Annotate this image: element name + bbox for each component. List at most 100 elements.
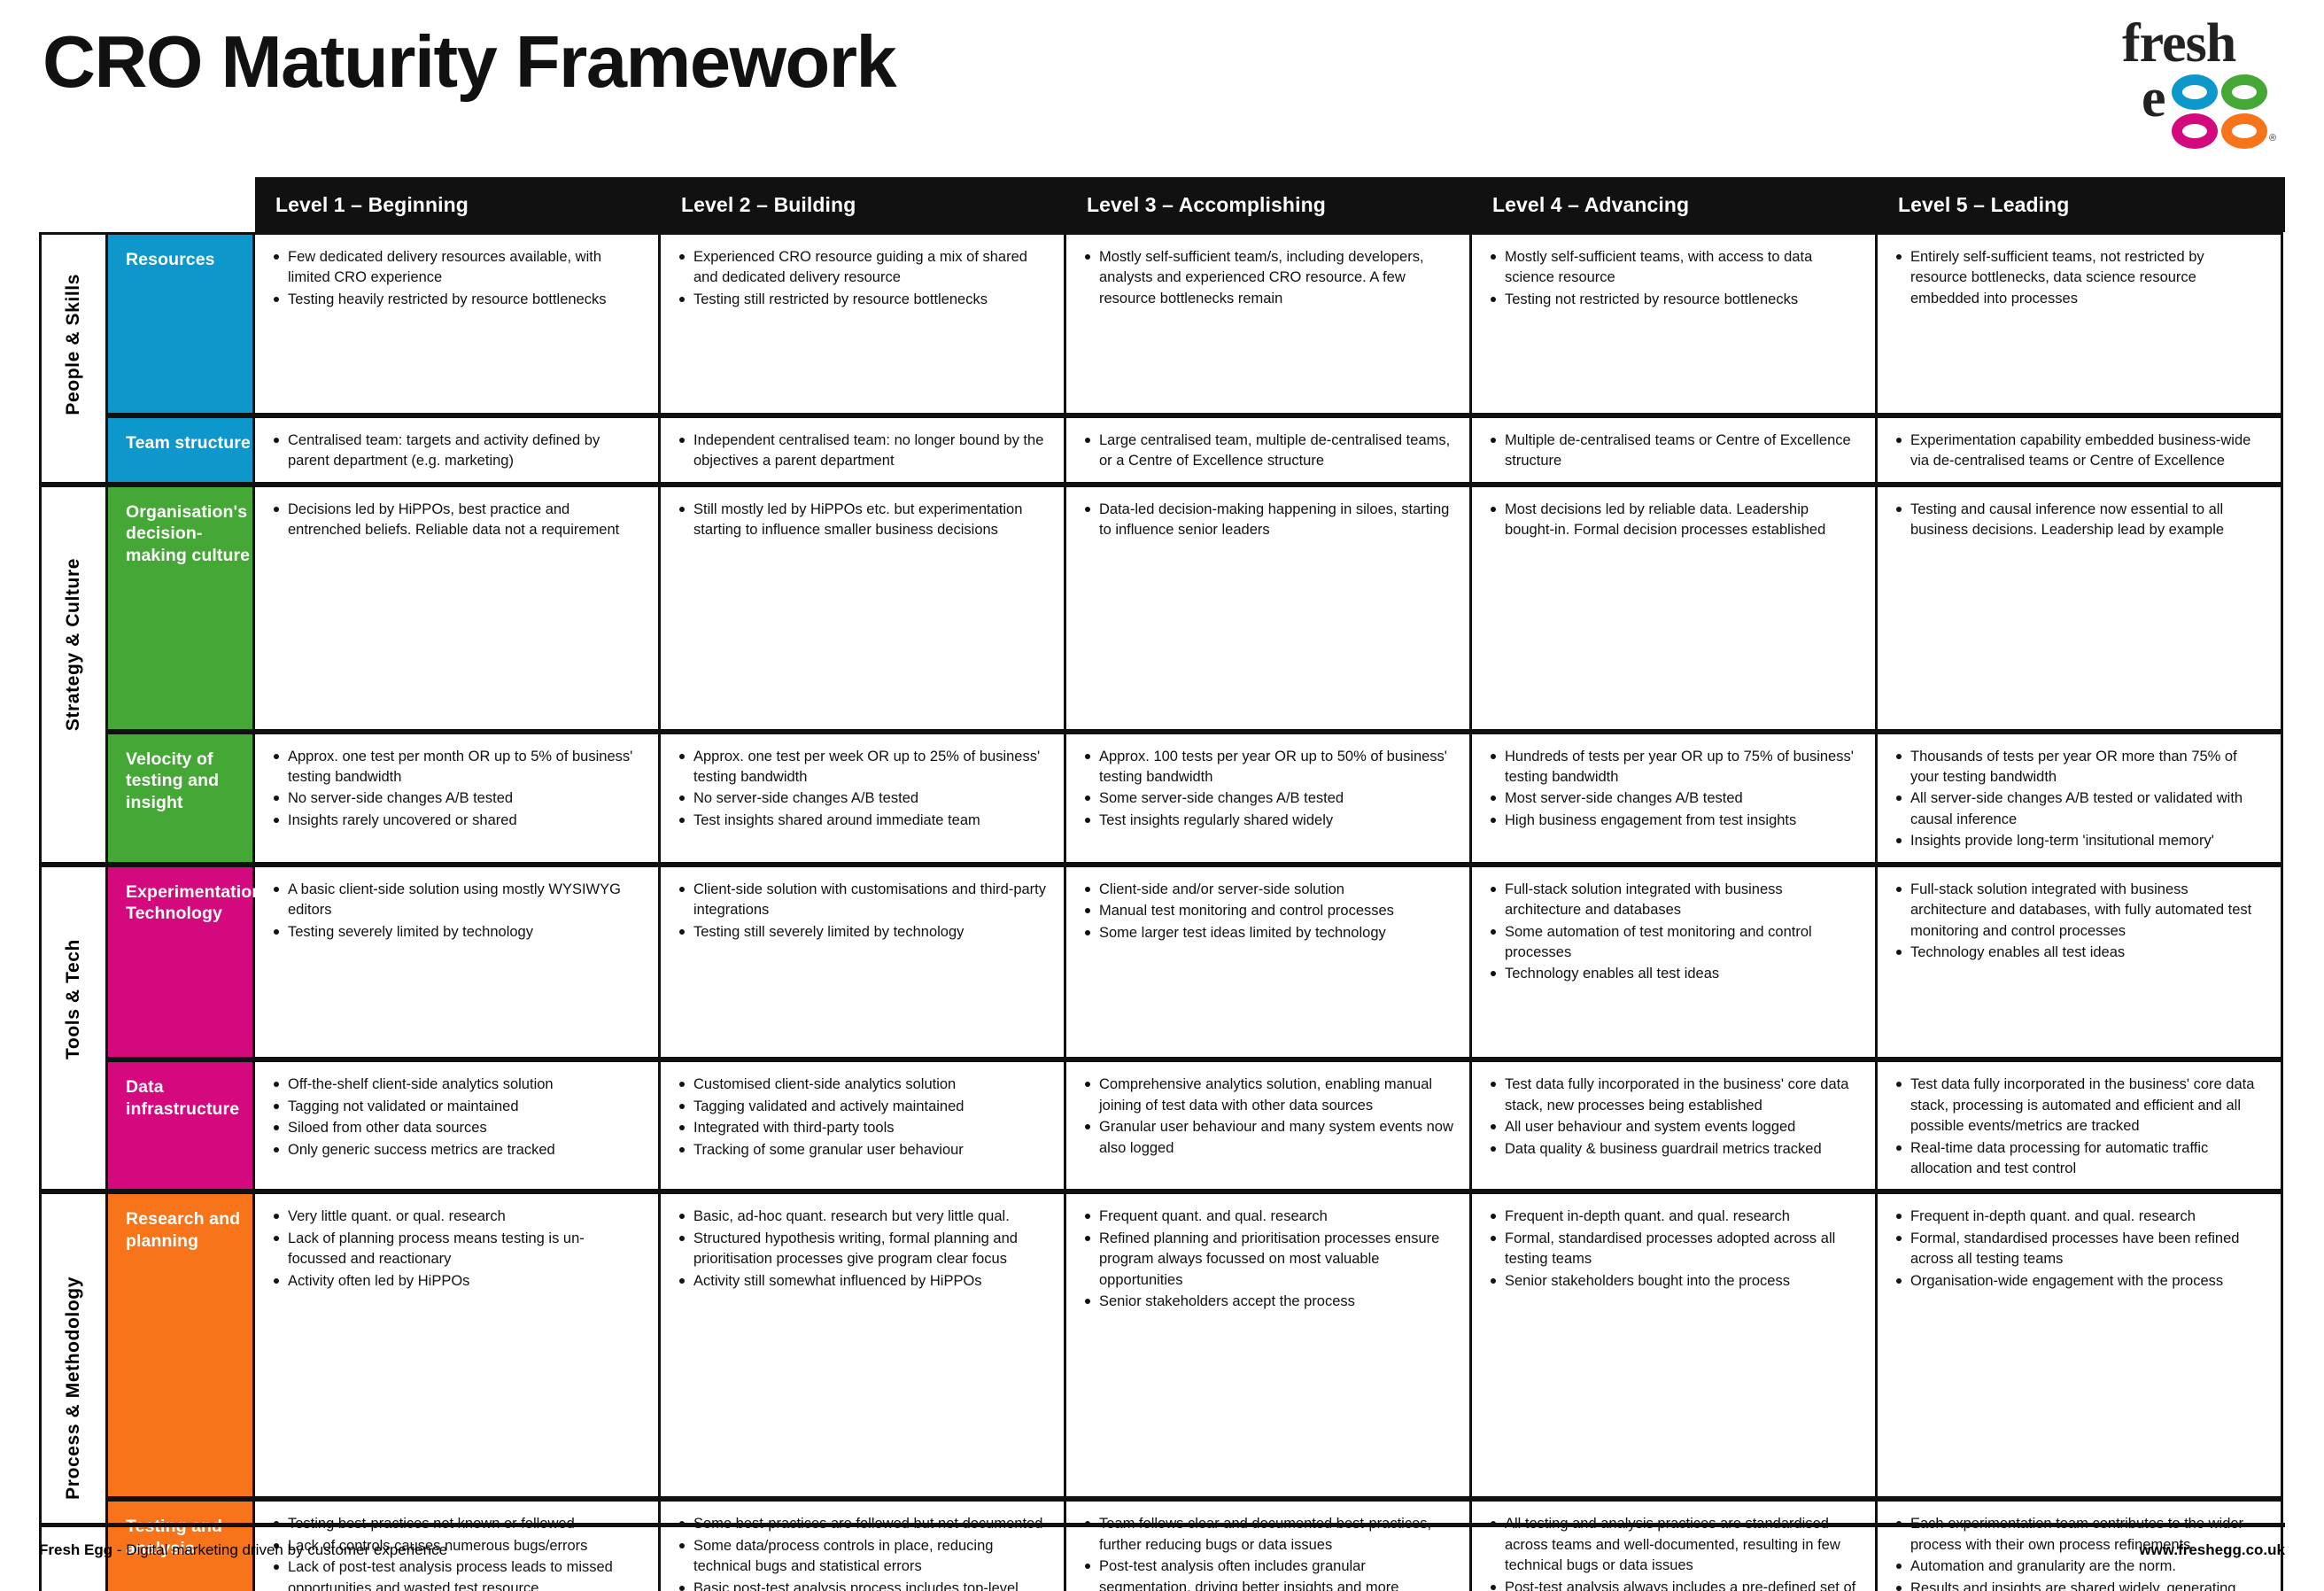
cell-level-1: Decisions led by HiPPOs, best practice a…	[255, 484, 661, 732]
bullet-item: Approx. one test per month OR up to 5% o…	[271, 747, 642, 788]
bullet-item: Granular user behaviour and many system …	[1082, 1117, 1453, 1159]
cell-level-1: A basic client-side solution using mostl…	[255, 864, 661, 1060]
dimension-cell: Velocity of testing and insight	[108, 731, 255, 865]
bullet-item: Integrated with third-party tools	[677, 1118, 1048, 1138]
cell-level-4: Most decisions led by reliable data. Lea…	[1472, 484, 1878, 732]
level-header-3: Level 3 – Accomplishing	[1087, 192, 1326, 216]
dimension-label: Resources	[126, 250, 215, 269]
bullet-list: Entirely self-sufficient teams, not rest…	[1894, 247, 2265, 309]
maturity-matrix: Level 1 – Beginning Level 2 – Building Lev…	[39, 177, 2285, 1591]
logo-dot-orange-icon	[2221, 113, 2267, 149]
bullet-item: Frequent in-depth quant. and qual. resea…	[1894, 1207, 2265, 1227]
dimension-cell: Team structure	[108, 415, 255, 485]
bullet-item: Customised client-side analytics solutio…	[677, 1075, 1048, 1095]
bullet-item: Frequent quant. and qual. research	[1082, 1207, 1453, 1227]
cell-level-5: Experimentation capability embedded busi…	[1878, 415, 2283, 485]
cell-level-3: Client-side and/or server-side solution M…	[1066, 864, 1472, 1060]
bullet-item: Thousands of tests per year OR more than…	[1894, 747, 2265, 788]
cell-level-5: Frequent in-depth quant. and qual. resea…	[1878, 1191, 2283, 1500]
cell-level-5: Entirely self-sufficient teams, not rest…	[1878, 232, 2283, 415]
bullet-item: Tagging not validated or maintained	[271, 1097, 642, 1117]
bullet-item: Hundreds of tests per year OR up to 75% …	[1488, 747, 1859, 788]
bullet-item: Senior stakeholders accept the process	[1082, 1292, 1453, 1312]
bullet-item: Decisions led by HiPPOs, best practice a…	[271, 500, 642, 541]
bullet-item: High business engagement from test insig…	[1488, 811, 1859, 831]
cell-level-3: Frequent quant. and qual. research Refine…	[1066, 1191, 1472, 1500]
bullet-item: Client-side solution with customisations…	[677, 880, 1048, 921]
bullet-item: Siloed from other data sources	[271, 1118, 642, 1138]
bullet-item: Lack of post-test analysis process leads…	[271, 1557, 642, 1591]
cell-level-1: Centralised team: targets and activity d…	[255, 415, 661, 485]
logo-dot-green-icon	[2221, 74, 2267, 110]
bullet-list: Basic, ad-hoc quant. research but very l…	[677, 1207, 1048, 1292]
bullet-item: Organisation-wide engagement with the pr…	[1894, 1271, 2265, 1292]
bullet-list: Approx. one test per week OR up to 25% o…	[677, 747, 1048, 832]
cell-level-5: Test data fully incorporated in the busi…	[1878, 1059, 2283, 1192]
page-footer: Fresh Egg - Digital marketing driven by …	[39, 1523, 2285, 1559]
bullet-item: Automation and granularity are the norm.	[1894, 1556, 2265, 1577]
bullet-item: Testing still severely limited by techno…	[677, 922, 1048, 943]
bullet-item: Experimentation capability embedded busi…	[1894, 431, 2265, 472]
bullet-item: Data quality & business guardrail metric…	[1488, 1139, 1859, 1160]
cell-level-4: Multiple de-centralised teams or Centre …	[1472, 415, 1878, 485]
matrix-row: Data infrastructure Off-the-shelf client-…	[39, 1059, 2285, 1192]
bullet-item: Manual test monitoring and control proce…	[1082, 901, 1453, 921]
cell-level-4: Hundreds of tests per year OR up to 75% …	[1472, 731, 1878, 865]
bullet-list: Off-the-shelf client-side analytics solu…	[271, 1075, 642, 1160]
bullet-item: Still mostly led by HiPPOs etc. but expe…	[677, 500, 1048, 541]
footer-brand-line: Fresh Egg - Digital marketing driven by …	[39, 1541, 447, 1559]
bullet-list: Centralised team: targets and activity d…	[271, 431, 642, 472]
logo-dot-magenta-icon	[2172, 113, 2218, 149]
footer-tagline: - Digital marketing driven by customer e…	[112, 1541, 448, 1558]
dimension-cell: Organisation's decision-making culture	[108, 484, 255, 732]
bullet-list: Client-side and/or server-side solution M…	[1082, 880, 1453, 943]
bullet-item: Most server-side changes A/B tested	[1488, 788, 1859, 809]
bullet-list: Independent centralised team: no longer …	[677, 431, 1048, 472]
group-label-cell: Tools & Tech	[39, 864, 108, 1060]
cell-level-2: Basic, ad-hoc quant. research but very l…	[661, 1191, 1066, 1500]
cell-level-2: Customised client-side analytics solutio…	[661, 1059, 1066, 1192]
cell-level-3: Mostly self-sufficient team/s, including…	[1066, 232, 1472, 415]
bullet-list: Testing and causal inference now essenti…	[1894, 500, 2265, 541]
bullet-item: Testing still restricted by resource bot…	[677, 290, 1048, 310]
footer-website: www.freshegg.co.uk	[2139, 1541, 2285, 1558]
cell-level-1: Off-the-shelf client-side analytics solu…	[255, 1059, 661, 1192]
bullet-list: Full-stack solution integrated with busi…	[1488, 880, 1859, 985]
dimension-label: Team structure	[126, 432, 251, 453]
footer-brand: Fresh Egg	[39, 1541, 113, 1558]
bullet-item: Refined planning and prioritisation proc…	[1082, 1229, 1453, 1291]
bullet-item: No server-side changes A/B tested	[271, 788, 642, 809]
cell-level-5: Full-stack solution integrated with busi…	[1878, 864, 2283, 1060]
bullet-list: Decisions led by HiPPOs, best practice a…	[271, 500, 642, 541]
bullet-list: Still mostly led by HiPPOs etc. but expe…	[677, 500, 1048, 541]
bullet-item: Activity still somewhat influenced by Hi…	[677, 1271, 1048, 1292]
dimension-label: Data infrastructure	[126, 1077, 240, 1119]
bullet-item: Full-stack solution integrated with busi…	[1894, 880, 2265, 942]
bullet-list: Experienced CRO resource guiding a mix o…	[677, 247, 1048, 310]
bullet-item: Some server-side changes A/B tested	[1082, 788, 1453, 809]
group-label-cell: Strategy & Culture	[39, 484, 108, 732]
dimension-cell: Resources	[108, 232, 255, 415]
group-label-cell	[39, 731, 108, 865]
level-header-5: Level 5 – Leading	[1898, 192, 2070, 216]
logo-wordmark: fresh	[2122, 13, 2236, 74]
bullet-item: Real-time data processing for automatic …	[1894, 1138, 2265, 1180]
bullet-item: Experienced CRO resource guiding a mix o…	[677, 247, 1048, 289]
group-label-cell: People & Skills	[39, 232, 108, 415]
bullet-item: Structured hypothesis writing, formal pl…	[677, 1229, 1048, 1270]
bullet-item: Centralised team: targets and activity d…	[271, 431, 642, 472]
bullet-item: No server-side changes A/B tested	[677, 788, 1048, 809]
bullet-item: Entirely self-sufficient teams, not rest…	[1894, 247, 2265, 309]
bullet-item: Full-stack solution integrated with busi…	[1488, 880, 1859, 921]
cell-level-1: Few dedicated delivery resources availab…	[255, 232, 661, 415]
bullet-list: Large centralised team, multiple de-cent…	[1082, 431, 1453, 472]
bullet-list: Frequent in-depth quant. and qual. resea…	[1488, 1207, 1859, 1292]
dimension-label: Velocity of testing and insight	[126, 749, 220, 812]
bullet-item: All user behaviour and system events log…	[1488, 1117, 1859, 1137]
bullet-item: Multiple de-centralised teams or Centre …	[1488, 431, 1859, 472]
level-header-4: Level 4 – Advancing	[1492, 192, 1690, 216]
bullet-list: Test data fully incorporated in the busi…	[1488, 1075, 1859, 1160]
bullet-item: Basic, ad-hoc quant. research but very l…	[677, 1207, 1048, 1227]
bullet-list: Thousands of tests per year OR more than…	[1894, 747, 2265, 852]
bullet-list: Mostly self-sufficient teams, with acces…	[1488, 247, 1859, 310]
